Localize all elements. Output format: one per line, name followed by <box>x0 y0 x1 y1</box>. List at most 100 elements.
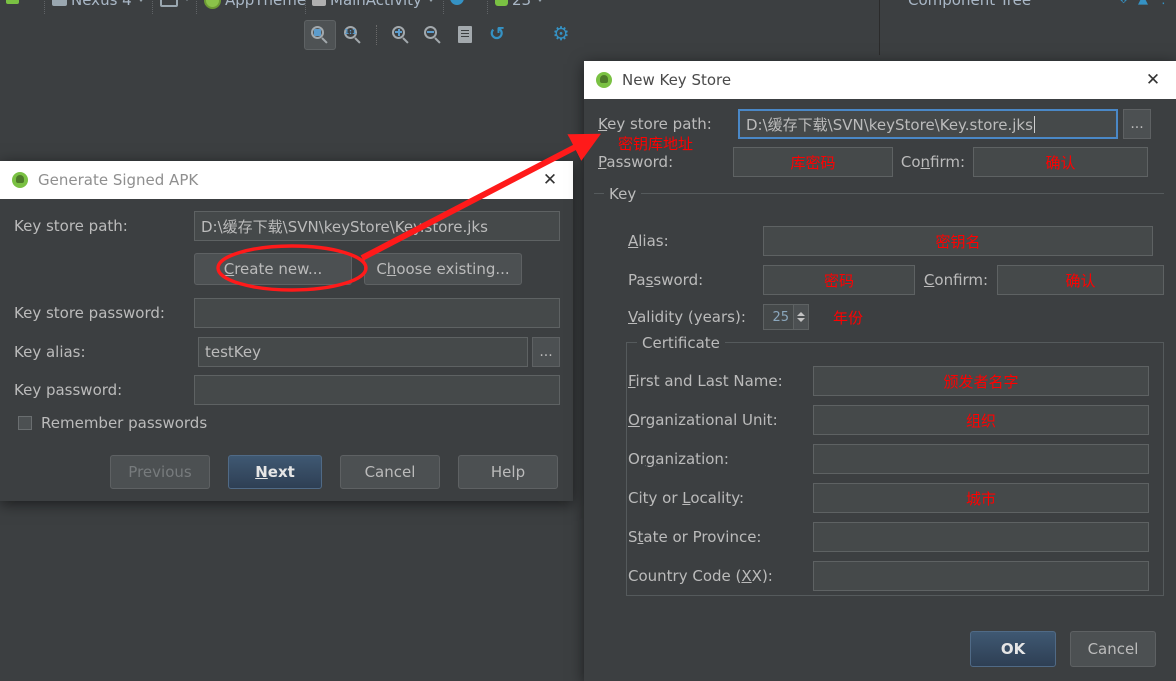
toolbar-divider <box>196 0 198 14</box>
dialog-title: New Key Store <box>622 71 732 89</box>
toolbar-divider <box>376 24 378 45</box>
new-key-store-dialog: New Key Store ✕ Key store path: D:\缓存下载\… <box>584 61 1176 681</box>
toolbar-item-device[interactable]: Nexus 4 <box>52 0 144 9</box>
alias-input[interactable]: 密钥名 <box>763 226 1153 256</box>
cancel-button[interactable]: Cancel <box>1070 631 1156 667</box>
remember-passwords-row[interactable]: Remember passwords <box>18 414 207 432</box>
certificate-field-label: Organizational Unit: <box>628 411 778 429</box>
component-tree-panel-body <box>879 14 1176 56</box>
certificate-field-annotation: 组织 <box>965 411 996 430</box>
ok-button[interactable]: OK <box>970 631 1056 667</box>
certificate-field-row: City or Locality: 城市 <box>628 483 1164 513</box>
android-icon <box>6 0 19 4</box>
component-tree-panel-header: Component Tree ⇩ ▲ ⋮ <box>879 0 1176 14</box>
android-icon <box>596 72 612 88</box>
key-store-password-input[interactable] <box>194 298 560 328</box>
alias-label: Alias: <box>628 232 669 250</box>
certificate-field-label: State or Province: <box>628 528 762 546</box>
zoom-actual-size-icon[interactable]: 1:1 <box>338 21 368 49</box>
key-store-path-label: Key store path: <box>14 217 128 235</box>
key-alias-input[interactable]: testKey <box>198 337 528 367</box>
store-confirm-input[interactable]: 确认 <box>973 147 1148 177</box>
component-tree-title: Component Tree <box>908 0 1032 9</box>
spinner-arrows[interactable] <box>793 305 808 329</box>
key-alias-browse-button[interactable]: ... <box>532 337 560 367</box>
chevron-down-icon <box>537 0 544 2</box>
validity-annotation: 年份 <box>833 308 864 327</box>
key-store-path-annotation: 密钥库地址 <box>618 135 694 153</box>
toolbar-item-android[interactable] <box>6 0 31 4</box>
reload-icon[interactable]: ↺ <box>482 21 512 49</box>
remember-passwords-label: Remember passwords <box>41 414 208 432</box>
certificate-field-annotation: 颁发者名字 <box>943 372 1019 391</box>
key-store-path-input[interactable]: D:\缓存下载\SVN\keyStore\Key.store.jks <box>738 109 1118 139</box>
validity-spinner[interactable]: 25 <box>763 304 809 330</box>
store-confirm-annotation: 确认 <box>1045 153 1076 172</box>
toolbar-item-theme[interactable]: AppTheme <box>204 0 319 9</box>
create-new-button[interactable]: Create new... <box>194 253 352 285</box>
certificate-field-row: Organizational Unit: 组织 <box>628 405 1164 435</box>
generate-signed-apk-dialog: Generate Signed APK ✕ Key store path: D:… <box>0 161 573 501</box>
key-password-label: Key password: <box>14 381 123 399</box>
certificate-field-input[interactable] <box>813 561 1149 591</box>
android-icon <box>12 172 28 188</box>
dialog-footer-buttons: OK Cancel <box>970 631 1156 667</box>
zoom-to-fit-icon[interactable] <box>304 19 336 50</box>
certificate-field-row: Country Code (XX): <box>628 561 1164 591</box>
chevron-down-icon[interactable] <box>797 318 805 322</box>
close-icon[interactable]: ✕ <box>1140 67 1166 93</box>
choose-existing-button[interactable]: Choose existing... <box>364 253 522 285</box>
certificate-field-input[interactable] <box>813 522 1149 552</box>
key-password-input[interactable] <box>194 375 560 405</box>
settings-gear-icon[interactable]: ⚙ <box>546 21 576 49</box>
dialog-title-bar: Generate Signed APK ✕ <box>0 161 573 199</box>
certificate-field-input[interactable]: 组织 <box>813 405 1149 435</box>
collapse-all-icon[interactable]: ⇩ <box>1118 0 1129 7</box>
store-password-input[interactable]: 库密码 <box>733 147 893 177</box>
locale-icon <box>450 0 464 5</box>
orientation-icon <box>160 0 178 7</box>
certificate-field-label: Organization: <box>628 450 729 468</box>
toolbar-item-orientation[interactable] <box>160 0 190 7</box>
key-store-path-value: D:\缓存下载\SVN\keyStore\Key.store.jks <box>746 115 1033 134</box>
remember-passwords-checkbox[interactable] <box>18 416 32 430</box>
chevron-up-icon[interactable] <box>797 312 805 316</box>
help-button[interactable]: Help <box>458 455 558 489</box>
previous-button[interactable]: Previous <box>110 455 210 489</box>
store-password-label: Password: <box>598 153 674 171</box>
next-button[interactable]: Next <box>228 455 322 489</box>
toolbar-api-label: 23 <box>512 0 532 9</box>
key-store-path-label: Key store path: <box>598 115 712 133</box>
validity-label: Validity (years): <box>628 308 746 326</box>
zoom-out-icon[interactable] <box>418 21 448 49</box>
text-cursor <box>1033 115 1035 133</box>
panel-header-actions: ⇩ ▲ ⋮ <box>1118 0 1170 7</box>
toolbar-item-activity[interactable]: MainActivity <box>312 0 434 9</box>
key-confirm-input[interactable]: 确认 <box>997 265 1164 295</box>
expand-all-icon[interactable]: ▲ <box>1138 0 1148 7</box>
key-store-password-label: Key store password: <box>14 304 165 322</box>
certificate-field-input[interactable] <box>813 444 1149 474</box>
close-icon[interactable]: ✕ <box>537 167 563 193</box>
certificate-field-input[interactable]: 颁发者名字 <box>813 366 1149 396</box>
certificate-field-row: Organization: <box>628 444 1164 474</box>
alias-row: Alias: 密钥名 <box>628 226 1164 256</box>
toolbar-item-locale[interactable] <box>450 0 476 5</box>
certificate-group-title: Certificate <box>637 334 725 352</box>
toolbar-divider <box>305 0 307 14</box>
key-store-path-browse-button[interactable]: ... <box>1123 109 1151 139</box>
zoom-in-icon[interactable] <box>386 21 416 49</box>
key-password-input[interactable]: 密码 <box>763 265 915 295</box>
alias-annotation: 密钥名 <box>935 232 981 251</box>
validity-row: Validity (years): 25 年份 <box>628 304 1164 330</box>
key-alias-label: Key alias: <box>14 343 86 361</box>
toolbar-item-api[interactable]: 23 <box>495 0 544 9</box>
key-store-path-input[interactable]: D:\缓存下载\SVN\keyStore\Key.store.jks <box>194 211 560 241</box>
cancel-button[interactable]: Cancel <box>340 455 440 489</box>
refresh-render-icon[interactable] <box>450 21 480 49</box>
toolbar-divider <box>443 0 445 14</box>
certificate-field-input[interactable]: 城市 <box>813 483 1149 513</box>
chevron-down-icon <box>427 0 434 2</box>
panel-menu-icon[interactable]: ⋮ <box>1157 0 1170 7</box>
key-group-title: Key <box>604 185 642 203</box>
